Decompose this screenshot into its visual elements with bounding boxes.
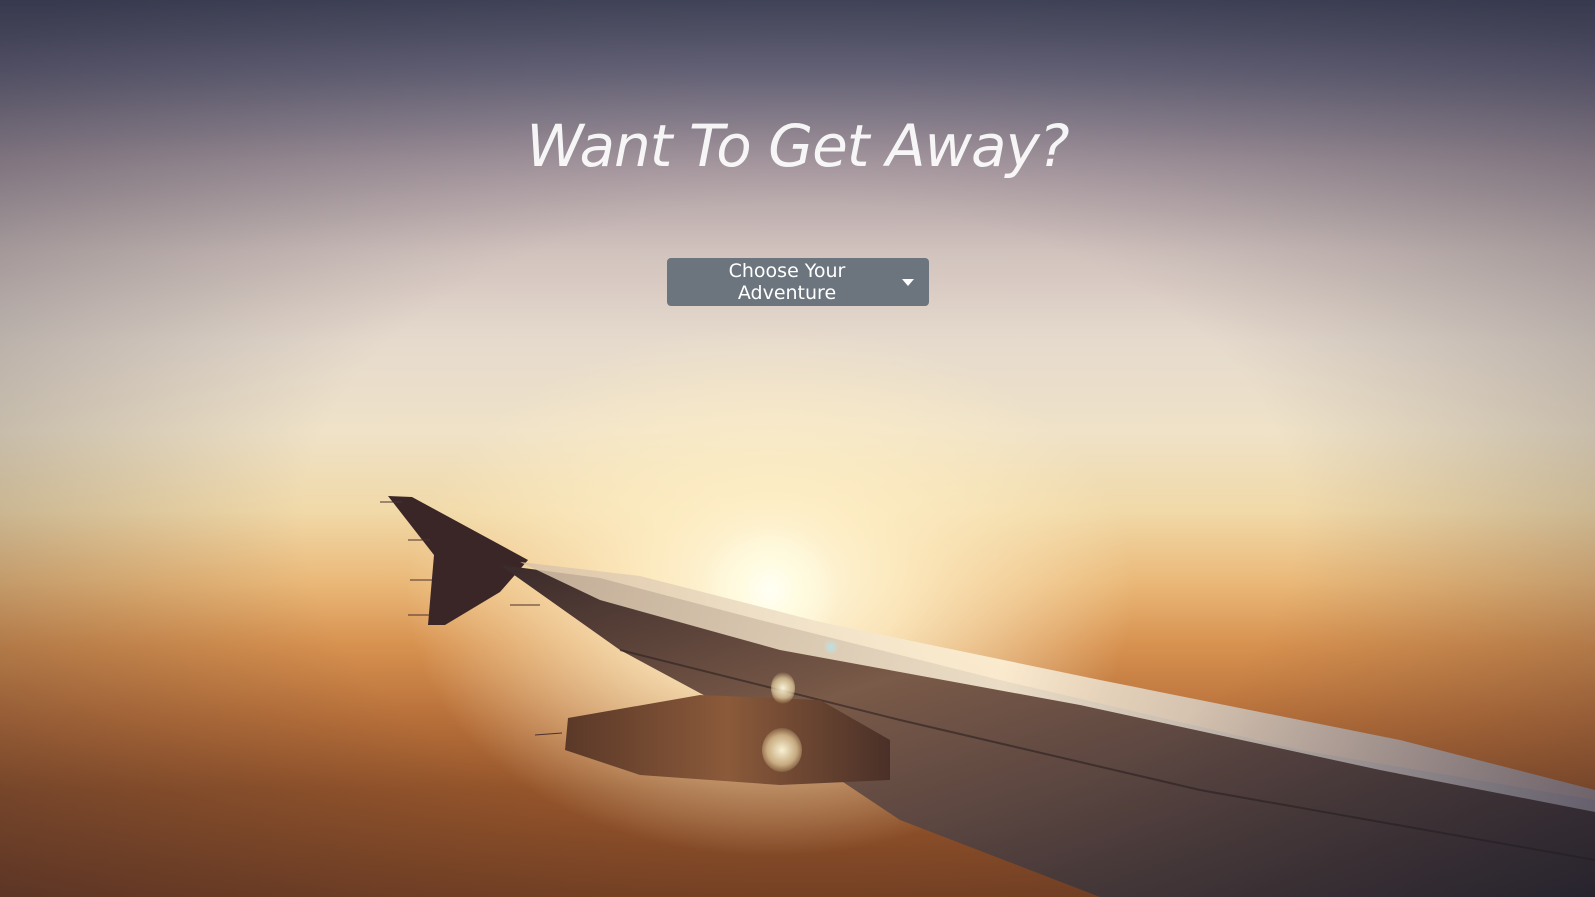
- caret-down-icon: [902, 279, 914, 286]
- dropdown-label: Choose Your Adventure: [728, 260, 846, 304]
- lens-flare: [762, 728, 802, 772]
- page-title: Want To Get Away?: [526, 112, 1069, 180]
- lens-flare: [771, 672, 795, 704]
- lens-flare: [824, 640, 838, 654]
- choose-adventure-dropdown-button[interactable]: Choose Your Adventure: [667, 258, 929, 306]
